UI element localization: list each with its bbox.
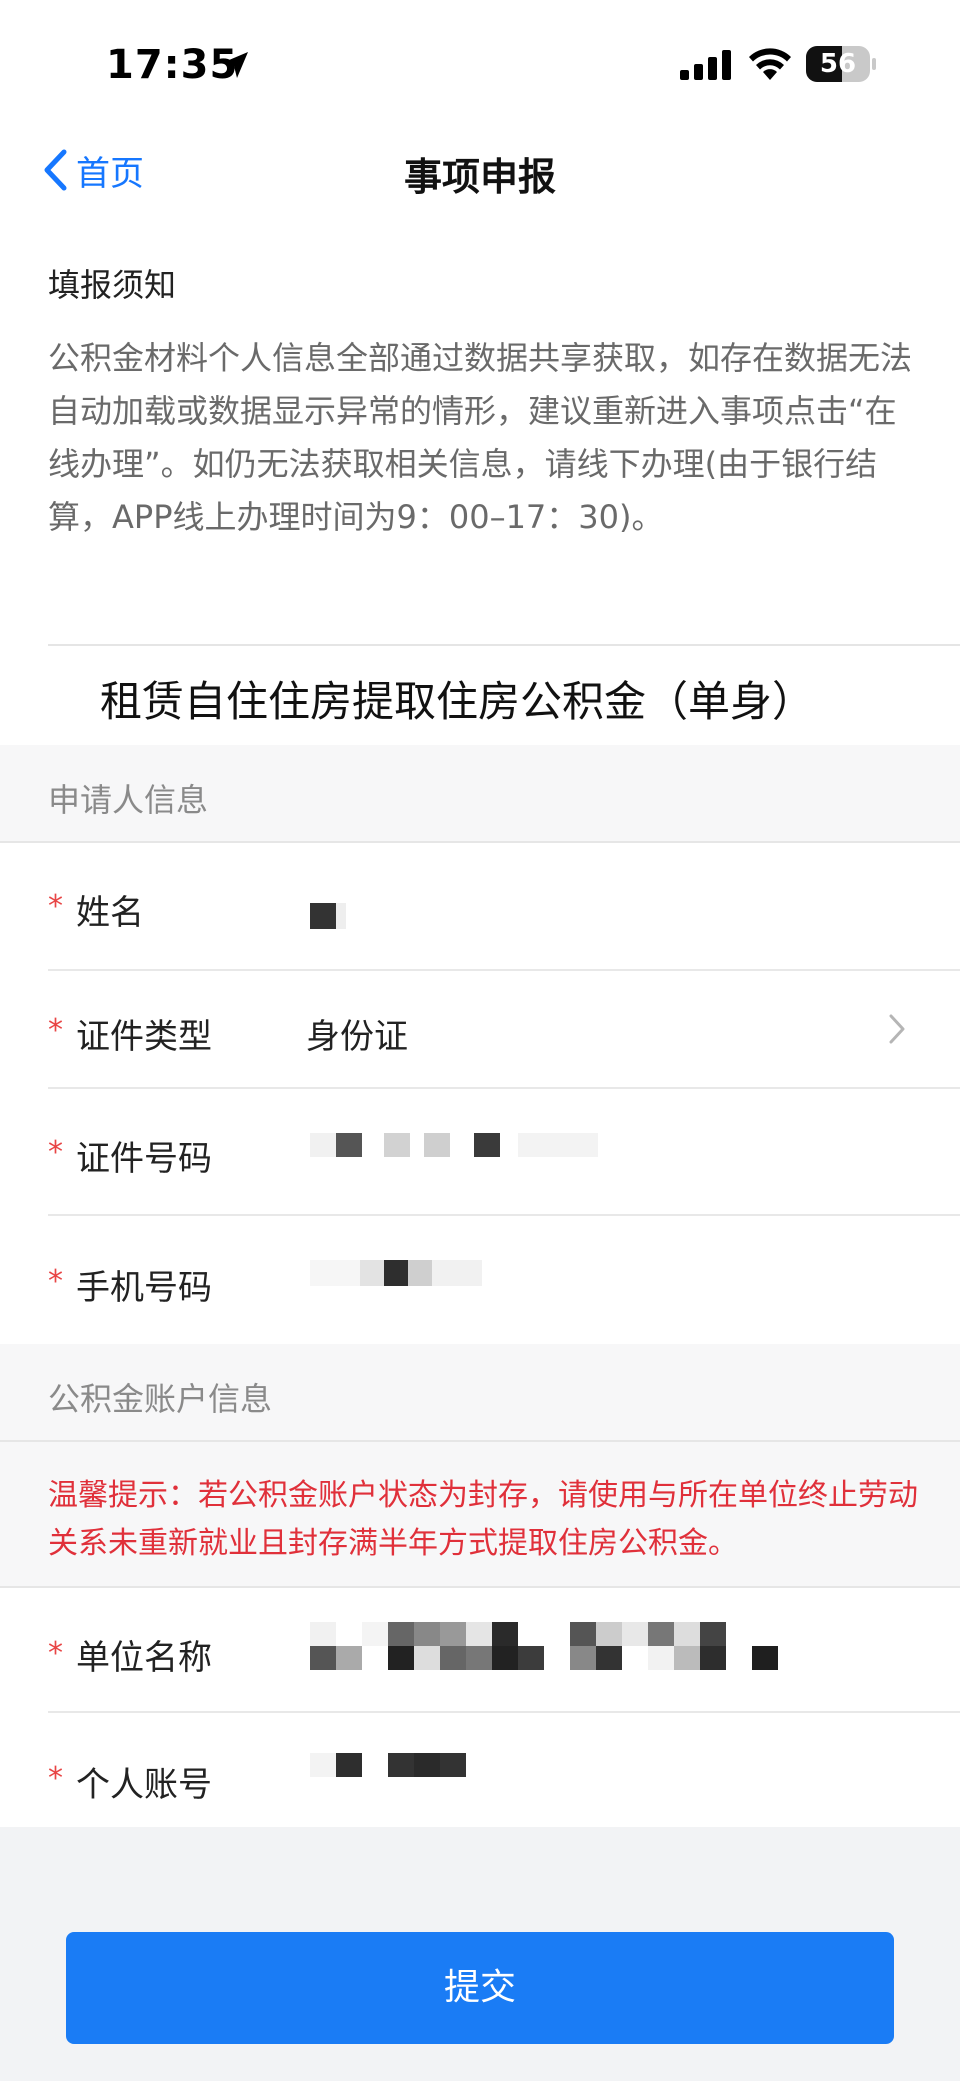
- field-row-phone[interactable]: * 手机号码: [0, 1216, 960, 1344]
- matter-title: 租赁自住住房提取住房公积金（单身）: [100, 677, 815, 726]
- section-title: 公积金账户信息: [48, 1380, 273, 1418]
- warm-tip-text: 温馨提示：若公积金账户状态为封存，请使用与所在单位终止劳动关系未重新就业且封存满…: [48, 1478, 918, 1561]
- id-type-select[interactable]: 身份证: [306, 1009, 408, 1058]
- field-label-name: 姓名: [76, 893, 144, 933]
- account-value-redacted: [310, 1753, 466, 1777]
- wifi-icon: [749, 48, 791, 80]
- phone-value-redacted: [310, 1260, 482, 1286]
- name-value-redacted: [310, 903, 346, 929]
- battery-body: 56: [806, 46, 870, 82]
- submit-button[interactable]: 提交: [66, 1932, 894, 2044]
- field-label-id-type: 证件类型: [76, 1017, 212, 1057]
- status-bar: 17:35 56: [0, 0, 960, 120]
- field-label-phone: 手机号码: [76, 1268, 212, 1308]
- company-value-redacted: [310, 1622, 778, 1670]
- field-row-id-number[interactable]: * 证件号码: [0, 1089, 960, 1216]
- field-label-id-number: 证件号码: [76, 1139, 212, 1179]
- field-row-account[interactable]: * 个人账号: [0, 1713, 960, 1827]
- section-header-applicant: 申请人信息: [0, 745, 960, 843]
- required-mark: *: [48, 1264, 63, 1299]
- field-row-id-type[interactable]: * 证件类型 身份证: [0, 971, 960, 1089]
- section-header-account: 公积金账户信息: [0, 1344, 960, 1442]
- location-arrow-icon: [222, 52, 248, 78]
- notice-body: 公积金材料个人信息全部通过数据共享获取，如存在数据无法自动加载或数据显示异常的情…: [48, 339, 913, 536]
- field-row-company[interactable]: * 单位名称: [0, 1586, 960, 1713]
- notice-title: 填报须知: [48, 266, 177, 304]
- field-label-company: 单位名称: [76, 1638, 212, 1678]
- required-mark: *: [48, 1135, 63, 1170]
- required-mark: *: [48, 889, 63, 924]
- notice-panel: 填报须知 公积金材料个人信息全部通过数据共享获取，如存在数据无法自动加载或数据显…: [0, 220, 960, 745]
- id-number-value-redacted: [310, 1133, 598, 1157]
- warm-tip: 温馨提示：若公积金账户状态为封存，请使用与所在单位终止劳动关系未重新就业且封存满…: [0, 1442, 960, 1586]
- section-title: 申请人信息: [48, 781, 209, 819]
- status-time: 17:35: [106, 42, 239, 88]
- battery-icon: 56: [806, 46, 876, 82]
- nav-bar: 首页 事项申报: [0, 120, 960, 220]
- page: 17:35 56 首页 事项申报 填报须知 公积金材料个人信息全部通过数据共享获…: [0, 0, 960, 2081]
- required-mark: *: [48, 1761, 63, 1796]
- chevron-right-icon: [889, 1014, 905, 1044]
- field-row-name[interactable]: * 姓名: [0, 843, 960, 971]
- signal-icon: [680, 50, 731, 80]
- battery-level: 56: [819, 49, 857, 79]
- required-mark: *: [48, 1013, 63, 1048]
- required-mark: *: [48, 1636, 63, 1671]
- battery-cap: [872, 58, 876, 70]
- divider: [48, 644, 960, 646]
- field-label-account: 个人账号: [76, 1765, 212, 1805]
- page-title: 事项申报: [403, 155, 556, 199]
